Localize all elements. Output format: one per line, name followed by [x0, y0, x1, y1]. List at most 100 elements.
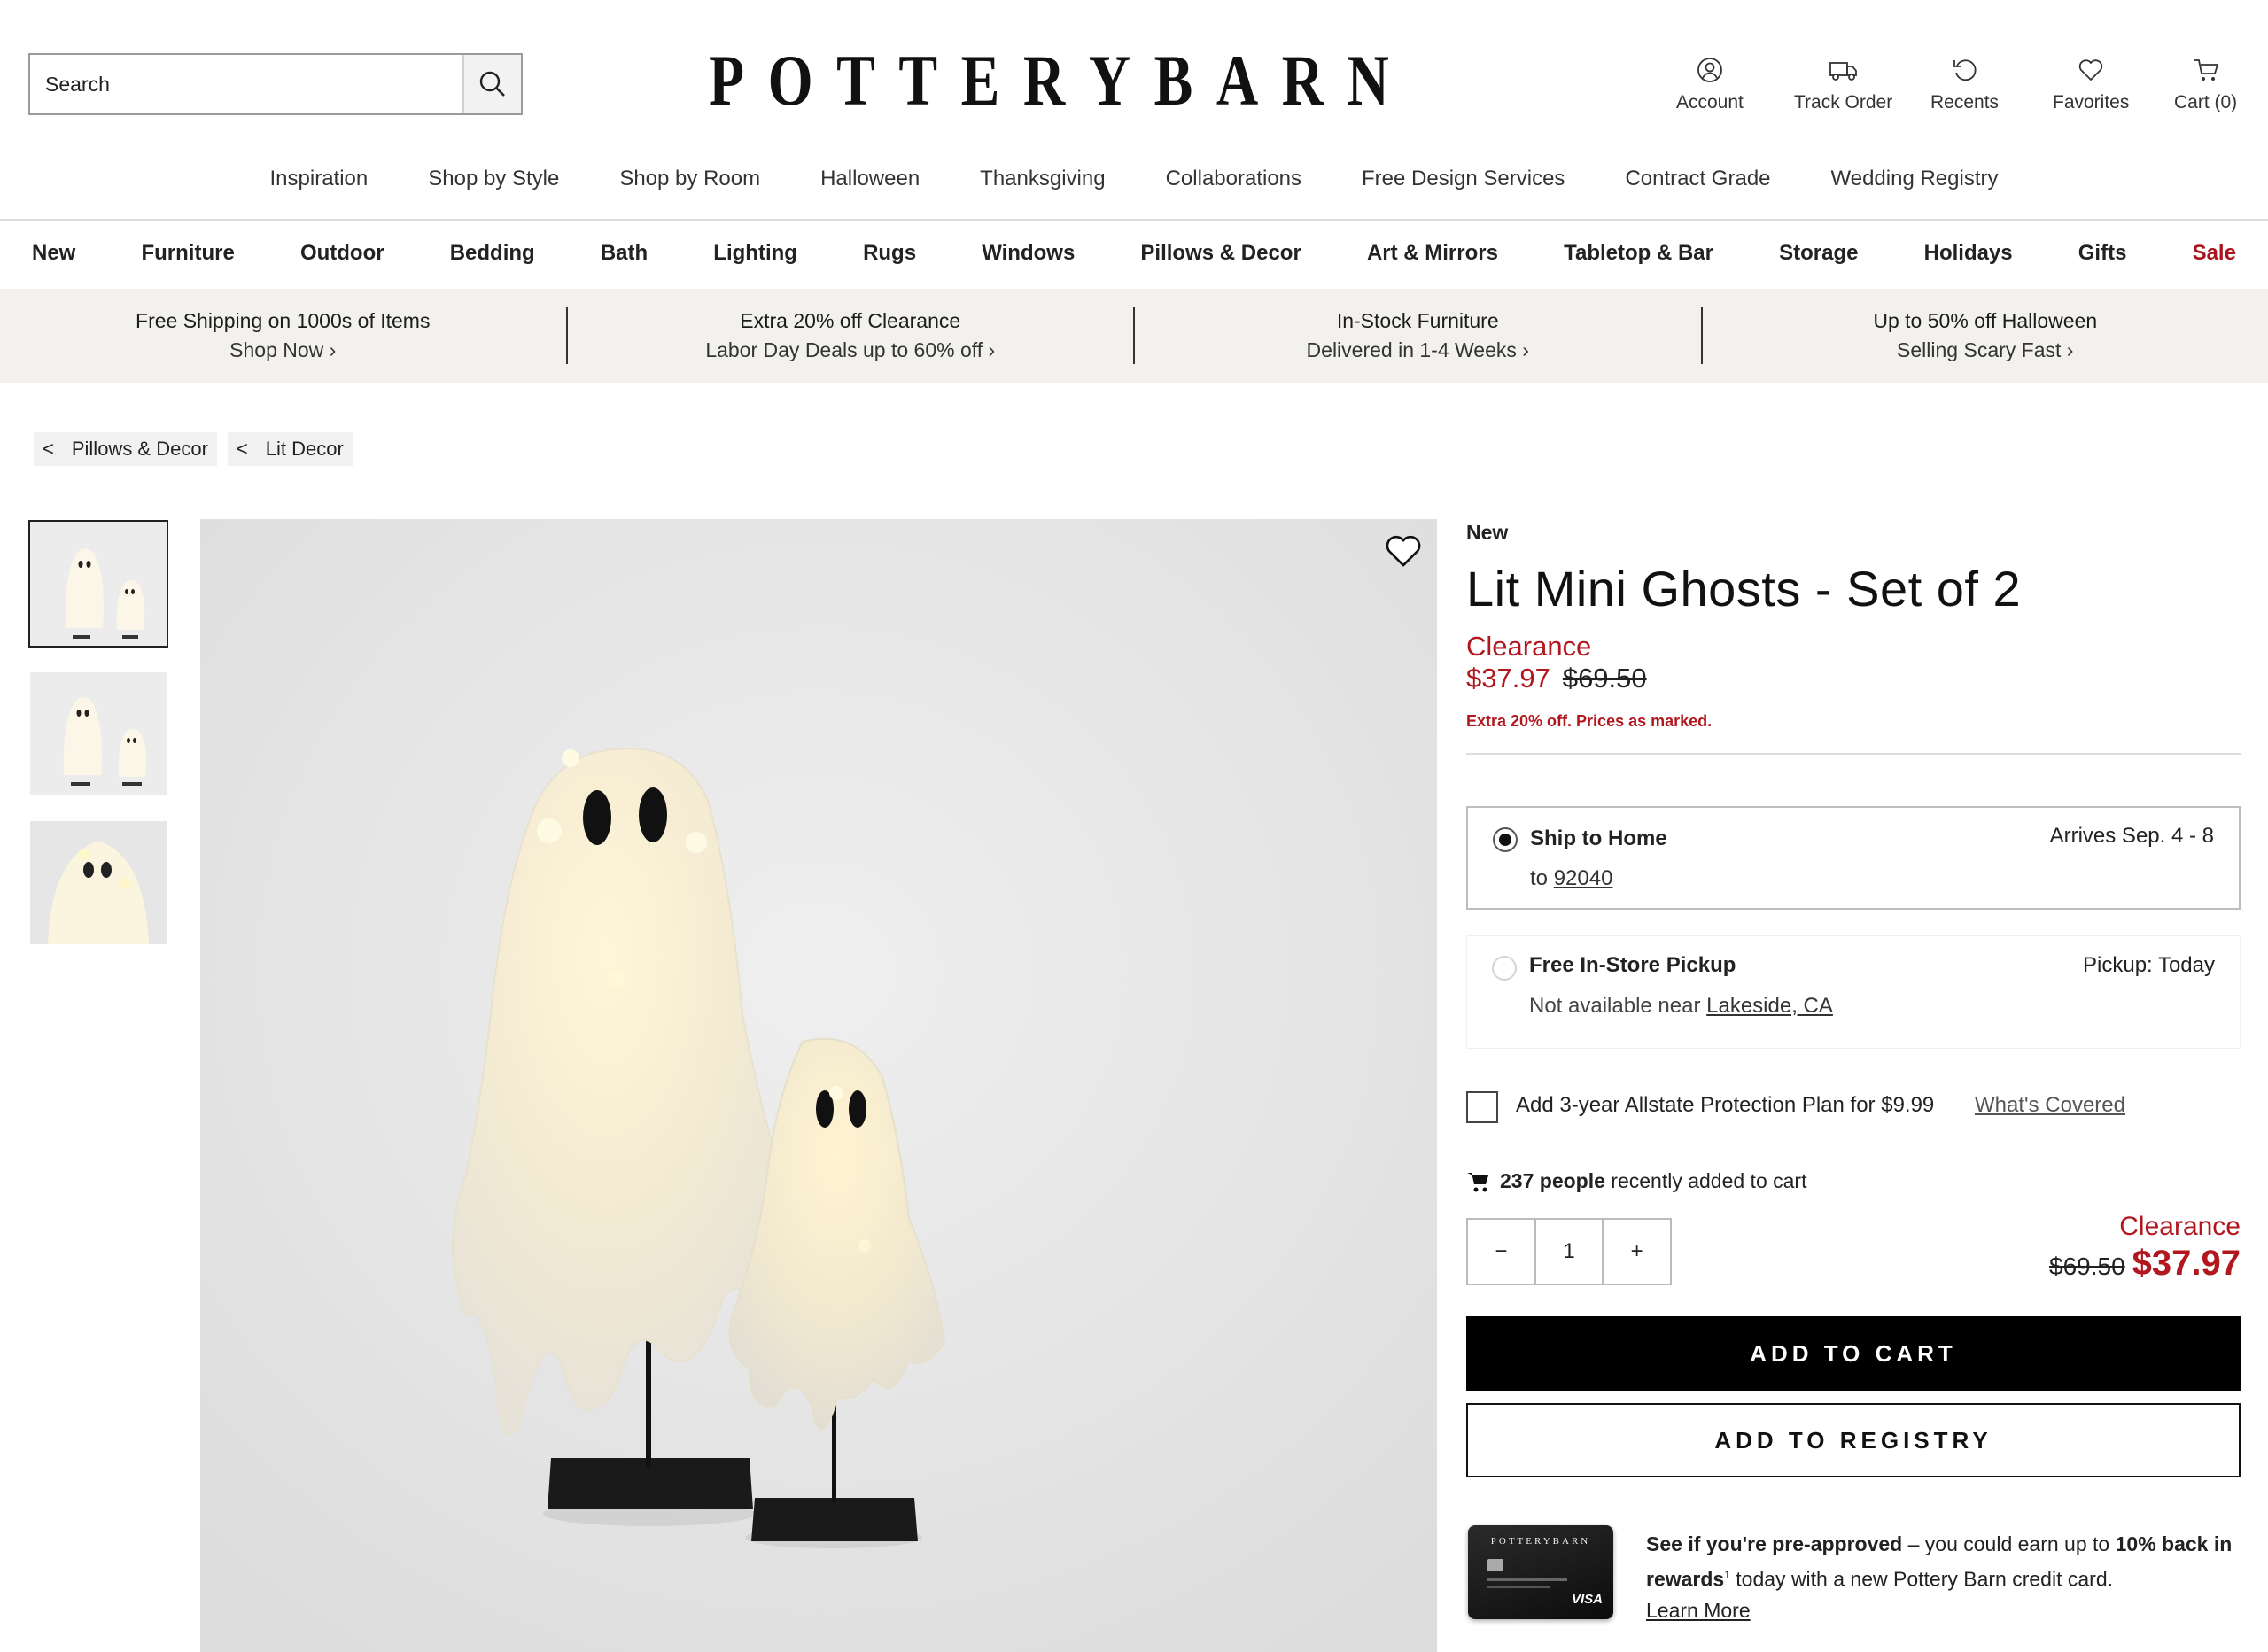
breadcrumb: < Pillows & Decor < Lit Decor — [34, 432, 353, 466]
product-price: $37.97 $69.50 — [1466, 663, 2241, 694]
category-nav-item-art-mirrors[interactable]: Art & Mirrors — [1367, 241, 1498, 266]
ghost-pair-thumbnail-image — [30, 672, 167, 795]
primary-nav-item-shop-by-style[interactable]: Shop by Style — [398, 167, 589, 191]
breadcrumb-item-lit-decor[interactable]: < Lit Decor — [227, 432, 353, 466]
category-nav-item-new[interactable]: New — [32, 241, 75, 266]
recent-cart-count: 237 people — [1500, 1169, 1605, 1192]
primary-nav-item-halloween[interactable]: Halloween — [790, 167, 950, 191]
primary-nav-item-shop-by-room[interactable]: Shop by Room — [589, 167, 790, 191]
category-nav-item-lighting[interactable]: Lighting — [713, 241, 797, 266]
product-main-image[interactable] — [200, 519, 1437, 1652]
pickup-availability: Not available near Lakeside, CA — [1529, 994, 1833, 1019]
card-network-logo: VISA — [1571, 1592, 1603, 1607]
in-store-pickup-option[interactable]: Free In-Store Pickup Not available near … — [1466, 935, 2241, 1049]
product-thumbnail-2[interactable] — [28, 671, 168, 797]
primary-nav-item-thanksgiving[interactable]: Thanksgiving — [950, 167, 1135, 191]
category-nav-item-rugs[interactable]: Rugs — [863, 241, 916, 266]
cart-icon — [1467, 1172, 1488, 1191]
promo-item[interactable]: In-Stock Furniture Delivered in 1-4 Weeks… — [1135, 289, 1701, 383]
account-label: Account — [1676, 92, 1744, 112]
promo-title: In-Stock Furniture — [1336, 309, 1499, 332]
search-input[interactable] — [30, 55, 462, 113]
ship-zip-line: to 92040 — [1530, 866, 1612, 891]
new-badge: New — [1466, 521, 1509, 544]
in-store-pickup-radio[interactable] — [1492, 956, 1517, 981]
category-nav-item-furniture[interactable]: Furniture — [141, 241, 234, 266]
card-fine-print — [1487, 1578, 1567, 1581]
primary-nav-item-free-design-services[interactable]: Free Design Services — [1332, 167, 1595, 191]
in-store-pickup-label: Free In-Store Pickup — [1529, 953, 1736, 977]
heart-icon — [2078, 59, 2103, 81]
account-link[interactable]: Account — [1676, 57, 1744, 113]
credit-card-image: POTTERYBARN VISA — [1468, 1525, 1613, 1619]
whats-covered-link[interactable]: What's Covered — [1975, 1093, 2125, 1118]
summary-sale-price: $37.97 — [2132, 1244, 2241, 1283]
quantity-input[interactable]: 1 — [1534, 1220, 1604, 1284]
promo-item[interactable]: Up to 50% off Halloween Selling Scary Fas… — [1703, 289, 2268, 383]
breadcrumb-item-pillows-decor[interactable]: < Pillows & Decor — [34, 432, 217, 466]
category-nav-item-tabletop-bar[interactable]: Tabletop & Bar — [1564, 241, 1713, 266]
card-brand: POTTERYBARN — [1490, 1536, 1591, 1547]
ship-to-home-option[interactable]: Ship to Home to 92040 Arrives Sep. 4 - 8 — [1466, 806, 2241, 910]
protection-plan-checkbox[interactable] — [1466, 1091, 1498, 1123]
track-order-label: Track Order — [1794, 92, 1893, 112]
favorites-link[interactable]: Favorites — [2053, 57, 2129, 113]
breadcrumb-label: Pillows & Decor — [71, 438, 208, 460]
category-nav-item-outdoor[interactable]: Outdoor — [300, 241, 384, 266]
promo-link[interactable]: Delivered in 1-4 Weeks › — [1307, 338, 1529, 362]
category-nav-item-pillows-decor[interactable]: Pillows & Decor — [1140, 241, 1301, 266]
quantity-decrease-button[interactable]: − — [1468, 1220, 1534, 1284]
product-thumbnail-1[interactable] — [28, 520, 168, 648]
primary-nav-item-contract-grade[interactable]: Contract Grade — [1595, 167, 1800, 191]
quantity-stepper: − 1 + — [1466, 1218, 1672, 1285]
search-box — [28, 53, 523, 115]
original-price: $69.50 — [1562, 663, 1647, 694]
add-to-registry-button[interactable]: ADD TO REGISTRY — [1466, 1403, 2241, 1477]
primary-nav-item-collaborations[interactable]: Collaborations — [1136, 167, 1332, 191]
zip-code-link[interactable]: 92040 — [1554, 866, 1613, 890]
brand-logo[interactable]: POTTERYBARN — [709, 40, 1389, 120]
quantity-increase-button[interactable]: + — [1604, 1220, 1670, 1284]
product-page: POTTERYBARN Account Track Order Recents … — [0, 0, 2268, 1652]
extra-discount-note: Extra 20% off. Prices as marked. — [1466, 712, 1713, 730]
add-to-favorites-button[interactable] — [1384, 531, 1423, 570]
logo-letter: P — [709, 40, 745, 120]
recents-link[interactable]: Recents — [1930, 57, 1999, 113]
logo-letter: O — [767, 40, 813, 120]
add-to-cart-button[interactable]: ADD TO CART — [1466, 1316, 2241, 1391]
ghost-closeup-thumbnail-image — [30, 821, 167, 944]
arrival-estimate: Arrives Sep. 4 - 8 — [2049, 824, 2214, 848]
credit-offer-text-2: today with a new Pottery Barn credit car… — [1729, 1567, 2113, 1591]
category-nav-item-bedding[interactable]: Bedding — [450, 241, 535, 266]
track-order-link[interactable]: Track Order — [1794, 57, 1892, 113]
promo-title: Free Shipping on 1000s of Items — [136, 309, 431, 332]
promo-item[interactable]: Free Shipping on 1000s of Items Shop Now … — [0, 289, 566, 383]
primary-nav-item-inspiration[interactable]: Inspiration — [240, 167, 399, 191]
ship-to-home-radio[interactable] — [1493, 827, 1518, 852]
promo-link[interactable]: Labor Day Deals up to 60% off › — [705, 338, 995, 362]
promo-title: Extra 20% off Clearance — [740, 309, 961, 332]
category-nav-item-sale[interactable]: Sale — [2193, 241, 2236, 266]
account-icon — [1697, 58, 1722, 82]
favorites-label: Favorites — [2053, 92, 2130, 112]
product-thumbnail-3[interactable] — [28, 819, 168, 946]
category-nav-item-gifts[interactable]: Gifts — [2078, 241, 2127, 266]
ship-to-home-label: Ship to Home — [1530, 826, 1667, 850]
category-nav-item-storage[interactable]: Storage — [1779, 241, 1858, 266]
primary-nav-item-wedding-registry[interactable]: Wedding Registry — [1801, 167, 2029, 191]
promo-banner: Free Shipping on 1000s of Items Shop Now … — [0, 289, 2268, 383]
category-nav-item-bath[interactable]: Bath — [601, 241, 648, 266]
promo-link[interactable]: Selling Scary Fast › — [1897, 338, 2073, 362]
cart-link[interactable]: Cart (0) — [2174, 57, 2237, 113]
learn-more-link[interactable]: Learn More — [1646, 1599, 1751, 1622]
promo-item[interactable]: Extra 20% off Clearance Labor Day Deals u… — [568, 289, 1134, 383]
cart-icon — [2194, 59, 2218, 81]
logo-letter: T — [898, 40, 938, 120]
store-location-link[interactable]: Lakeside, CA — [1706, 994, 1833, 1018]
logo-letter: Y — [1088, 40, 1131, 120]
category-nav: New Furniture Outdoor Bedding Bath Lighting Ru… — [32, 241, 2236, 266]
search-button[interactable] — [462, 55, 521, 113]
category-nav-item-windows[interactable]: Windows — [982, 241, 1075, 266]
promo-link[interactable]: Shop Now › — [229, 338, 336, 362]
category-nav-item-holidays[interactable]: Holidays — [1924, 241, 2013, 266]
